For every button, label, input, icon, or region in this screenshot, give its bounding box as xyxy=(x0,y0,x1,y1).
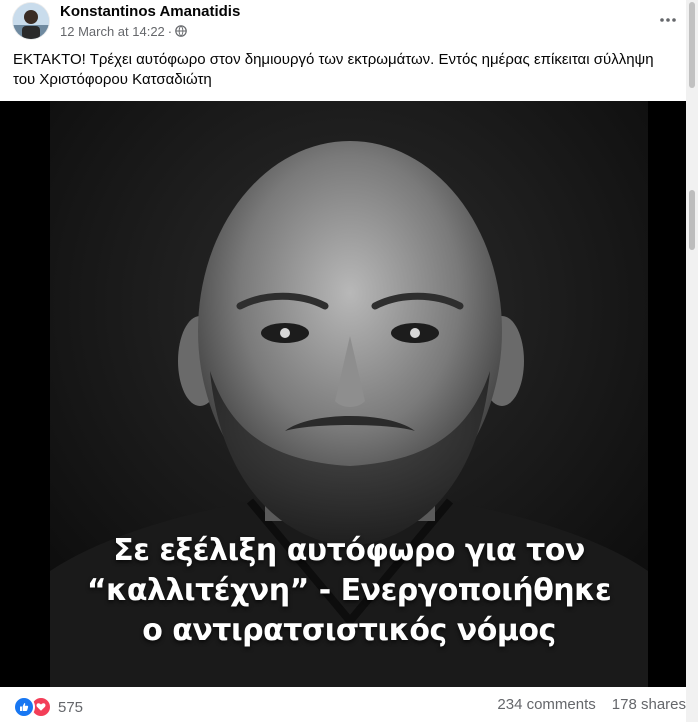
image-headline-line: ο αντιρατσιστικός νόμος xyxy=(142,613,556,648)
image-headline-line: “καλλιτέχνη” - Ενεργοποιήθηκε xyxy=(86,573,612,608)
like-icon xyxy=(13,696,35,718)
image-headline: Σε εξέλιξη αυτόφωρο για τον “καλλιτέχνη”… xyxy=(50,531,648,651)
post-meta: 12 March at 14:22 · xyxy=(60,23,187,39)
post-caption: ΕΚΤΑΚΤΟ! Τρέχει αυτόφωρο στον δημιουργό … xyxy=(13,51,654,88)
globe-icon xyxy=(175,25,187,37)
reaction-count: 575 xyxy=(58,698,84,716)
scrollbar-thumb[interactable] xyxy=(689,2,695,88)
more-options-button[interactable] xyxy=(656,8,680,32)
avatar-image xyxy=(13,3,49,39)
post-footer: 575 234 comments 178 shares xyxy=(0,687,686,722)
author-name[interactable]: Konstantinos Amanatidis xyxy=(60,3,240,20)
author-avatar[interactable] xyxy=(13,3,49,39)
post-image[interactable]: Σε εξέλιξη αυτόφωρο για τον “καλλιτέχνη”… xyxy=(0,101,686,687)
ellipsis-icon xyxy=(660,18,676,22)
post-header: Konstantinos Amanatidis 12 March at 14:2… xyxy=(0,0,686,44)
facebook-post: Konstantinos Amanatidis 12 March at 14:2… xyxy=(0,0,686,722)
shares-count-link[interactable]: 178 shares xyxy=(612,696,686,713)
reactions-summary[interactable]: 575 xyxy=(13,696,83,718)
scrollbar-marker xyxy=(689,190,695,250)
meta-separator: · xyxy=(167,23,173,39)
image-headline-line: Σε εξέλιξη αυτόφωρο για τον xyxy=(113,533,585,568)
page-scrollbar[interactable] xyxy=(686,0,698,722)
engagement-counts: 234 comments 178 shares xyxy=(497,696,686,713)
post-timestamp[interactable]: 12 March at 14:22 xyxy=(60,24,165,39)
comments-count-link[interactable]: 234 comments xyxy=(497,696,595,713)
